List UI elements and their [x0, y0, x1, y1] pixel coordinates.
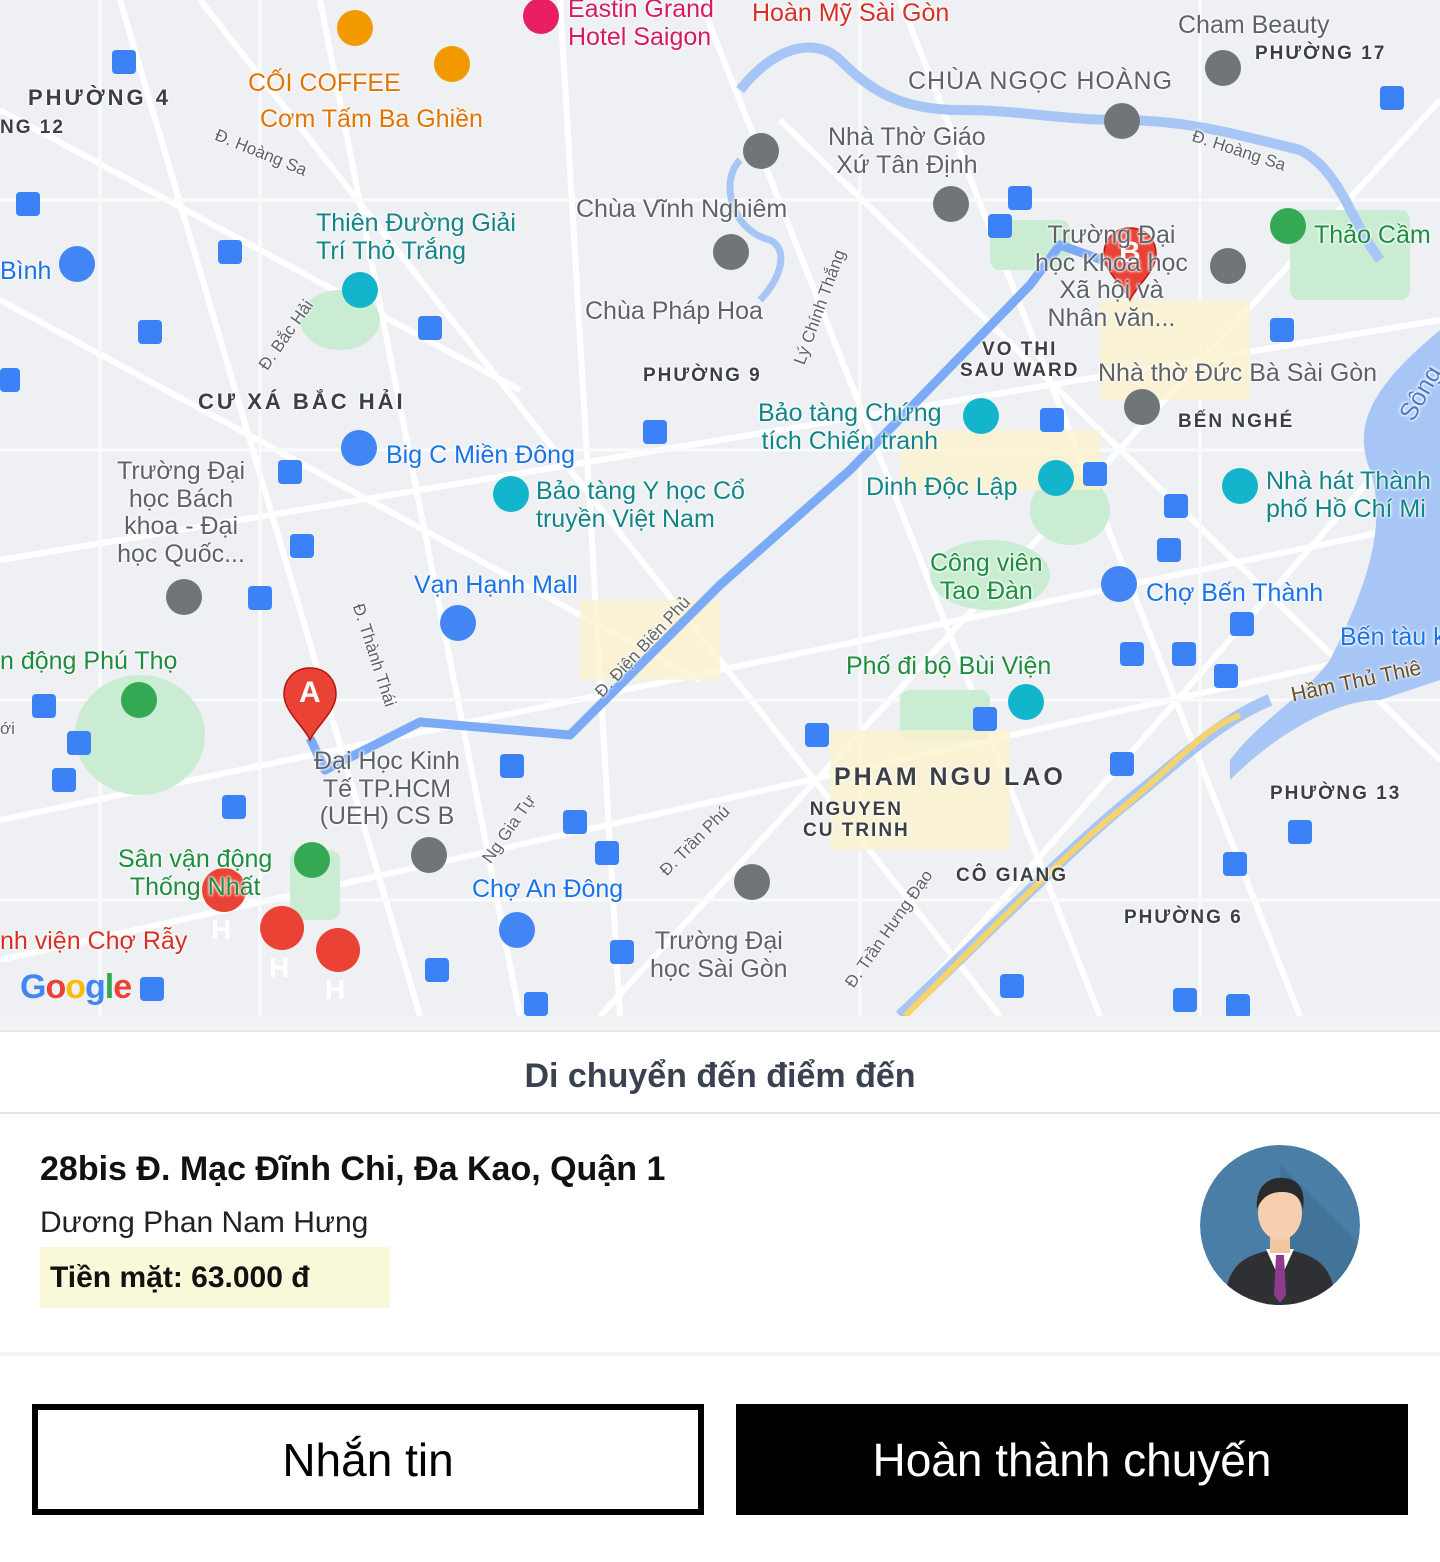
- place-label[interactable]: Bình: [0, 257, 51, 286]
- district-label: CÔ GIANG: [956, 865, 1069, 886]
- place-label[interactable]: CHÙA NGỌC HOÀNG: [908, 67, 1173, 96]
- place-label[interactable]: Trường Đại học Khoa học Xã hội và Nhân v…: [1035, 221, 1188, 332]
- payment-amount: Tiền mặt: 63.000 đ: [40, 1247, 390, 1308]
- place-label[interactable]: Thiên Đường Giải Trí Thỏ Trắng: [316, 209, 516, 265]
- place-label[interactable]: Cơm Tấm Ba Ghiền: [260, 105, 483, 134]
- place-label[interactable]: Chùa Pháp Hoa: [585, 297, 763, 326]
- place-label[interactable]: Dinh Độc Lập: [866, 473, 1017, 502]
- district-label: CƯ XÁ BẮC HẢI: [198, 389, 406, 414]
- place-label[interactable]: Phố đi bộ Bùi Viện: [846, 652, 1051, 681]
- district-label: PHƯỜNG 4: [28, 85, 171, 110]
- place-label[interactable]: Bảo tàng Y học Cổ truyền Việt Nam: [536, 477, 745, 533]
- place-label[interactable]: Trường Đại học Bách khoa - Đại học Quốc.…: [117, 457, 245, 568]
- place-label[interactable]: Trường Đại học Sài Gòn: [650, 927, 788, 983]
- complete-trip-button[interactable]: Hoàn thành chuyến: [736, 1404, 1408, 1515]
- place-label[interactable]: nh viện Chợ Rẫy: [0, 927, 187, 956]
- place-label[interactable]: Bảo tàng Chứng tích Chiến tranh: [758, 399, 942, 455]
- district-label: PHƯỜNG 9: [643, 365, 762, 386]
- place-label[interactable]: Bến tàu k: [1340, 623, 1440, 652]
- district-label: PHƯỜNG 6: [1124, 907, 1243, 928]
- place-label[interactable]: Nhà thờ Đức Bà Sài Gòn: [1098, 359, 1377, 388]
- hospital-icon: H: [211, 914, 232, 945]
- district-label: PHƯỜNG 17: [1255, 43, 1387, 64]
- avatar[interactable]: [1200, 1145, 1360, 1305]
- map-view[interactable]: A B H H H PHƯỜNG 4 NG 12 CƯ XÁ BẮC HẢI P…: [0, 0, 1440, 1016]
- district-label: BẾN NGHÉ: [1178, 411, 1295, 432]
- start-pin-label: A: [299, 676, 321, 709]
- message-button[interactable]: Nhắn tin: [32, 1404, 704, 1515]
- google-logo: Google: [20, 968, 132, 1006]
- place-label[interactable]: n động Phú Thọ: [0, 647, 177, 676]
- action-bar: Nhắn tin Hoàn thành chuyến: [0, 1352, 1440, 1562]
- district-label: NG 12: [0, 117, 65, 138]
- district-label: VO THI SAU WARD: [960, 339, 1080, 381]
- district-label: PHƯỜNG 13: [1270, 783, 1402, 804]
- customer-name: Dương Phan Nam Hưng: [40, 1206, 369, 1239]
- hospital-icon: H: [269, 952, 290, 983]
- place-label[interactable]: Chợ Bến Thành: [1146, 579, 1323, 608]
- place-label[interactable]: Nhà Thờ Giáo Xứ Tân Định: [828, 123, 986, 179]
- place-label[interactable]: Thảo Cầm: [1314, 221, 1431, 250]
- place-label[interactable]: Đại Học Kinh Tế TP.HCM (UEH) CS B: [314, 747, 460, 831]
- place-label[interactable]: Chùa Vĩnh Nghiêm: [576, 195, 787, 224]
- district-label: PHAM NGU LAO: [834, 763, 1066, 791]
- place-label[interactable]: CỐI COFFEE: [248, 69, 401, 98]
- sheet-title: Di chuyển đến điểm đến: [0, 1030, 1440, 1114]
- place-label[interactable]: Sân vận động Thống Nhất: [118, 845, 272, 901]
- place-label[interactable]: Nhà hát Thành phố Hồ Chí Mi: [1266, 467, 1431, 523]
- hospital-icon: H: [325, 974, 346, 1005]
- place-label[interactable]: Hoàn Mỹ Sài Gòn: [752, 0, 949, 28]
- place-label: ới: [0, 719, 15, 738]
- place-label[interactable]: Eastin Grand Hotel Saigon: [568, 0, 714, 51]
- place-label[interactable]: Cham Beauty: [1178, 11, 1329, 40]
- place-label[interactable]: Chợ An Đông: [472, 875, 623, 904]
- district-label: NGUYEN CU TRINH: [803, 799, 910, 841]
- user-avatar-icon: [1200, 1145, 1360, 1305]
- trip-sheet: Di chuyển đến điểm đến 28bis Đ. Mạc Đĩnh…: [0, 1030, 1440, 1562]
- place-label[interactable]: Vạn Hạnh Mall: [414, 571, 578, 600]
- place-label[interactable]: Công viên Tao Đàn: [930, 549, 1043, 605]
- destination-address: 28bis Đ. Mạc Đĩnh Chi, Đa Kao, Quận 1: [40, 1150, 666, 1188]
- place-label[interactable]: Big C Miền Đông: [386, 441, 575, 470]
